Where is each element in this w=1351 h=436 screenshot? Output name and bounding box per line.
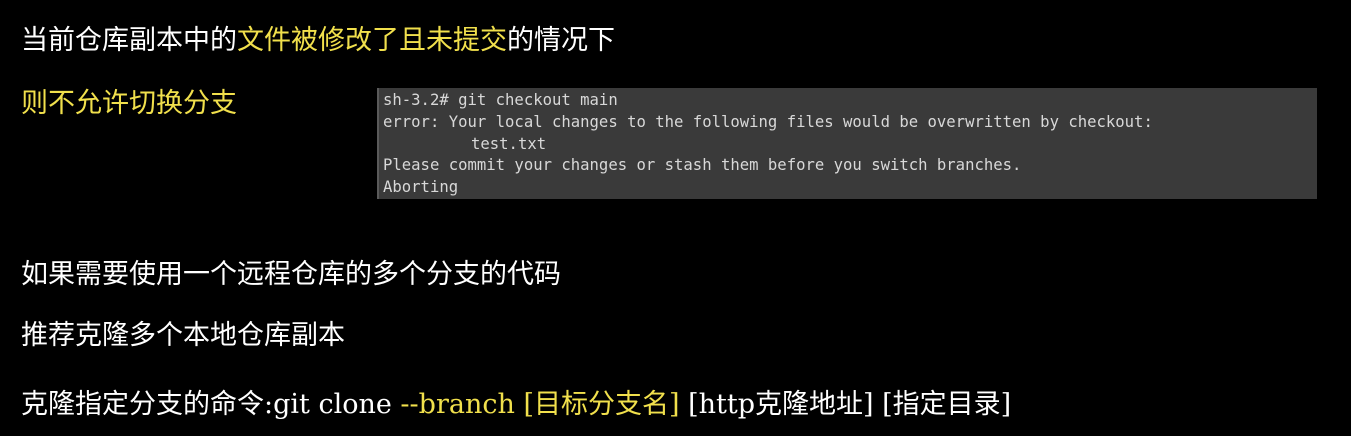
- recommendation-sentence: 推荐克隆多个本地仓库副本: [21, 320, 345, 351]
- intro-highlight: 文件被修改了且未提交: [237, 25, 507, 56]
- intro-suffix: 的情况下: [507, 25, 615, 56]
- terminal-line-advice: Please commit your changes or stash them…: [383, 156, 1022, 175]
- terminal-line-aborting: Aborting: [383, 178, 459, 197]
- clone-command-branch-option: --branch [目标分支名]: [400, 389, 680, 420]
- intro-prefix: 当前仓库副本中的: [21, 25, 237, 56]
- terminal-output: sh-3.2# git checkout main error: Your loc…: [377, 88, 1317, 199]
- intro-sentence: 当前仓库副本中的文件被修改了且未提交的情况下: [21, 24, 615, 58]
- branch-switch-forbidden: 则不允许切换分支: [21, 88, 237, 119]
- terminal-line-file: test.txt: [471, 134, 547, 153]
- clone-command-suffix: [http克隆地址] [指定目录]: [679, 389, 1012, 420]
- terminal-line-error: error: Your local changes to the followi…: [383, 112, 1153, 131]
- clone-command-prefix: 克隆指定分支的命令:git clone: [21, 389, 401, 420]
- clone-command-sentence: 克隆指定分支的命令:git clone --branch [目标分支名] [ht…: [21, 388, 1011, 422]
- multi-branch-sentence: 如果需要使用一个远程仓库的多个分支的代码: [21, 259, 561, 290]
- terminal-line-command: sh-3.2# git checkout main: [383, 91, 618, 109]
